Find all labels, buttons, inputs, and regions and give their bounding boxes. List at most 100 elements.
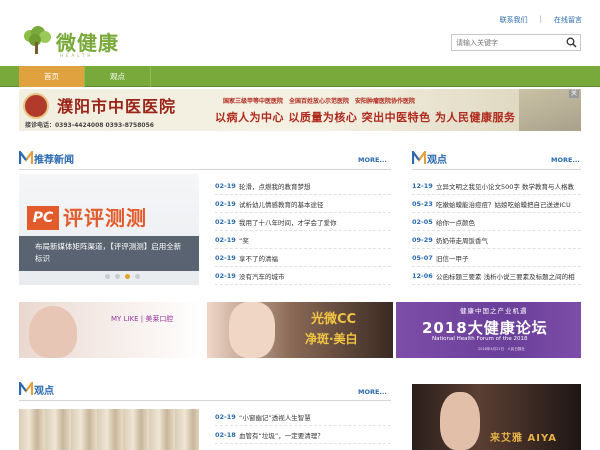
divider: | xyxy=(539,15,542,23)
list-item[interactable]: 05-23 吃嫩蛤蟆能治痘痘？姑娘吃蛤蟆把自己送进ICU xyxy=(412,195,581,213)
item-title[interactable]: 轮滑，点燃我的教育梦想 xyxy=(239,181,311,191)
item-title[interactable]: 吃嫩蛤蟆能治痘痘？姑娘吃蛤蟆把自己送进ICU xyxy=(436,199,571,209)
item-date: 05-07 xyxy=(412,253,433,262)
list-item[interactable]: 09-29 奶奶带走周饭香气 xyxy=(412,231,581,249)
item-date: 02-19 xyxy=(215,181,236,190)
ad-aiya[interactable]: 来艾雅 AIYA xyxy=(412,384,581,450)
item-date: 09-29 xyxy=(412,235,433,244)
list-item[interactable]: 02-18 血管有“垃圾”，一定要清理？ xyxy=(215,426,391,444)
ad-model-image xyxy=(29,306,77,358)
header: 联系我们 | 在线留言 微健康 HEALTH xyxy=(0,0,600,66)
list-item[interactable]: 02-19 “奖 xyxy=(215,231,391,249)
news-list: 02-19 轮滑，点燃我的教育梦想 02-19 试析幼儿情感教育的基本途径 02-1… xyxy=(215,177,391,285)
item-title[interactable]: 公函标题三要素 浅析小说三要素及标题之间的相 xyxy=(436,271,575,281)
slide-dot-active[interactable] xyxy=(125,274,130,279)
views2-photo[interactable] xyxy=(19,409,199,450)
nav-item-home[interactable]: 首页 xyxy=(19,66,85,87)
views-section-header: 观点 xyxy=(411,148,447,167)
item-title[interactable]: 没有汽车的城市 xyxy=(239,271,285,281)
banner-tags: 国家三级甲等中医医院 全国百姓放心示范医院 安阳肿瘤医院协作医院 xyxy=(223,96,415,105)
slide-pagination xyxy=(105,274,140,279)
ad-model-image xyxy=(229,302,275,358)
item-date: 02-19 xyxy=(215,271,236,280)
section-mark-icon xyxy=(18,148,34,165)
ad-whitening[interactable]: 光微CC 净斑·美白 xyxy=(207,302,393,358)
item-date: 05-23 xyxy=(412,199,433,208)
ad-health-forum[interactable]: 健康中国之产业机遇 2018大健康论坛 National Health Foru… xyxy=(396,302,581,358)
news-more-link[interactable]: MORE... xyxy=(358,156,387,164)
banner-close-button[interactable]: 关 xyxy=(569,90,579,98)
hospital-seal-icon xyxy=(23,93,49,119)
item-date: 12-06 xyxy=(412,271,433,280)
list-item[interactable]: 02-19 享不了的清福 xyxy=(215,249,391,267)
item-date: 02-19 xyxy=(215,253,236,262)
logo-text: 微健康 xyxy=(56,30,119,55)
ad-brand: MY LIKE | 美莱口腔 xyxy=(111,315,174,323)
views-more-link[interactable]: MORE... xyxy=(551,156,580,164)
pingce-logo-icon: PC xyxy=(27,206,59,230)
item-date: 02-19 xyxy=(215,412,236,421)
item-date: 02-19 xyxy=(215,199,236,208)
item-title[interactable]: 立异文明之我见小论文500字 数学教育与人格教 xyxy=(436,181,574,191)
search-box xyxy=(451,34,581,51)
item-title[interactable]: 试析幼儿情感教育的基本途径 xyxy=(239,199,324,209)
list-item[interactable]: 02-19 “小窗幽记”透视人生智慧 xyxy=(215,408,391,426)
slide-dot[interactable] xyxy=(135,274,140,279)
ad-subline: National Health Forum of the 2018 xyxy=(432,336,528,342)
item-title[interactable]: 血管有“垃圾”，一定要清理？ xyxy=(239,430,324,440)
list-item[interactable]: 12-19 立异文明之我见小论文500字 数学教育与人格教 xyxy=(412,177,581,195)
search-input[interactable] xyxy=(452,35,562,50)
list-item[interactable]: 02-19 没有汽车的城市 xyxy=(215,267,391,285)
item-date: 02-18 xyxy=(215,430,236,439)
item-title[interactable]: 奶奶带走周饭香气 xyxy=(436,235,488,245)
section-mark-icon xyxy=(18,379,34,396)
search-button[interactable] xyxy=(562,35,580,50)
ad-headline: 2018大健康论坛 xyxy=(422,319,548,337)
nav-item-views[interactable]: 观点 xyxy=(85,66,151,87)
ad-kicker: 健康中国之产业机遇 xyxy=(460,307,528,315)
list-item[interactable]: 02-19 试析幼儿情感教育的基本途径 xyxy=(215,195,391,213)
section-title: 观点 xyxy=(427,154,447,166)
list-item[interactable]: 02-19 轮滑，点燃我的教育梦想 xyxy=(215,177,391,195)
item-date: 02-19 xyxy=(215,235,236,244)
hospital-banner[interactable]: 濮阳市中医医院 国家三级甲等中医医院 全国百姓放心示范医院 安阳肿瘤医院协作医院… xyxy=(19,89,581,131)
views2-more-link[interactable]: MORE... xyxy=(358,388,387,396)
item-title[interactable]: 享不了的清福 xyxy=(239,253,278,263)
ad-model-image xyxy=(440,392,480,450)
list-item[interactable]: 02-19 我用了十八年时间，才学会了爱你 xyxy=(215,213,391,231)
slide-logo-text: 评评测测 xyxy=(63,206,147,230)
ad-dental[interactable]: MY LIKE | 美莱口腔 xyxy=(19,302,204,358)
divider xyxy=(19,169,391,170)
item-title[interactable]: “小窗幽记”透视人生智慧 xyxy=(239,412,311,422)
hospital-name: 濮阳市中医医院 xyxy=(57,97,177,116)
banner-tag: 安阳肿瘤医院协作医院 xyxy=(355,98,416,105)
logo-subtitle: HEALTH xyxy=(60,53,94,58)
list-item[interactable]: 02-05 给你一点颜色 xyxy=(412,213,581,231)
tree-logo-icon xyxy=(20,26,54,56)
views-list: 12-19 立异文明之我见小论文500字 数学教育与人格教 05-23 吃嫩蛤蟆能治… xyxy=(412,177,581,285)
site-logo[interactable]: 微健康 HEALTH xyxy=(20,26,119,58)
ad-headline: 光微CC xyxy=(311,312,357,327)
contact-link[interactable]: 联系我们 xyxy=(500,15,528,25)
views2-list: 02-19 “小窗幽记”透视人生智慧 02-18 血管有“垃圾”，一定要清理？ xyxy=(215,408,391,444)
slide-dot[interactable] xyxy=(115,274,120,279)
ad-subline: 净斑·美白 xyxy=(305,332,358,346)
item-title[interactable]: 给你一点颜色 xyxy=(436,217,475,227)
item-title[interactable]: “奖 xyxy=(239,235,249,245)
slide-caption[interactable]: 布局新媒体矩阵渠道，【评评测测】启用全新标识 xyxy=(19,236,199,271)
search-icon xyxy=(566,37,577,48)
banner-tag: 国家三级甲等中医医院 xyxy=(223,98,284,105)
top-links: 联系我们 | 在线留言 xyxy=(500,15,582,25)
banner-slogan: 以病人为中心 以质量为核心 突出中医特色 为人民健康服务 xyxy=(215,111,516,124)
list-item[interactable]: 12-06 公函标题三要素 浅析小说三要素及标题之间的相 xyxy=(412,267,581,285)
item-date: 02-05 xyxy=(412,217,433,226)
item-title[interactable]: 我用了十八年时间，才学会了爱你 xyxy=(239,217,337,227)
message-link[interactable]: 在线留言 xyxy=(554,15,582,25)
list-item[interactable]: 05-07 旧信一甲子 xyxy=(412,249,581,267)
slide-dot[interactable] xyxy=(105,274,110,279)
news-slider[interactable]: PC 评评测测 布局新媒体矩阵渠道，【评评测测】启用全新标识 xyxy=(19,174,199,285)
item-title[interactable]: 旧信一甲子 xyxy=(436,253,469,263)
section-title: 推荐新闻 xyxy=(34,154,74,166)
section-mark-icon xyxy=(411,148,427,165)
ad-footnote: 2018年4月21日 · 人民日报社 xyxy=(478,347,525,351)
